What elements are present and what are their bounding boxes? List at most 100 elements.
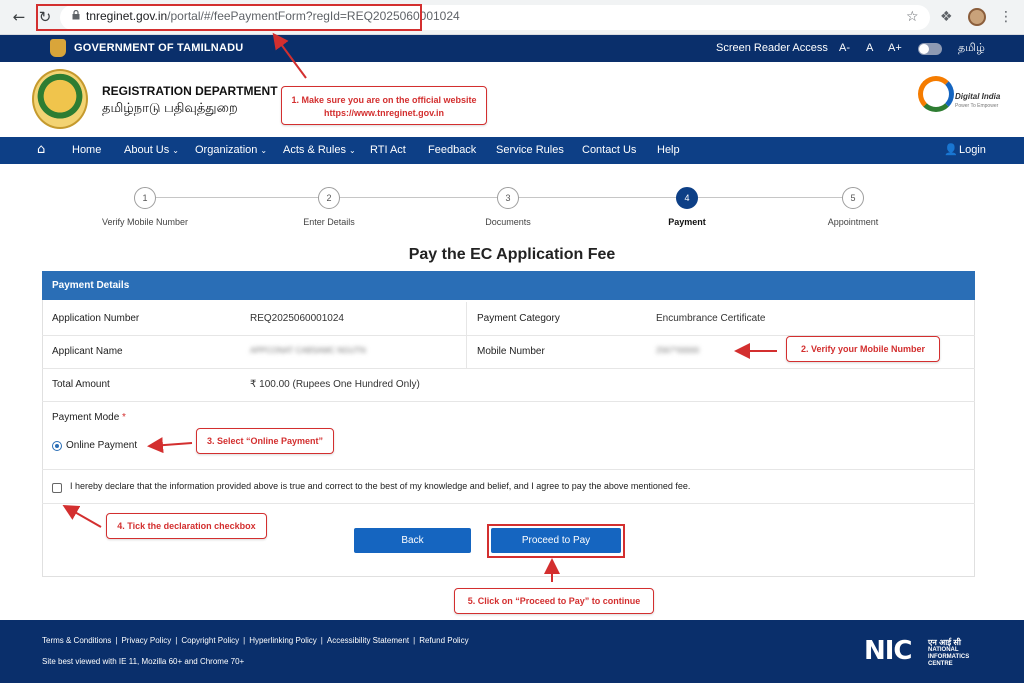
nav-feedback[interactable]: Feedback <box>428 144 476 156</box>
separator: | <box>243 636 246 645</box>
step-3-circle: 3 <box>497 187 519 209</box>
separator: | <box>175 636 178 645</box>
nic-line-2: INFORMATICS <box>928 654 970 660</box>
step-3-label: Documents <box>485 217 531 227</box>
step-1-circle: 1 <box>134 187 156 209</box>
callout-1-line-2: https://www.tnreginet.gov.in <box>324 108 444 118</box>
gov-topbar: GOVERNMENT OF TAMILNADU Screen Reader Ac… <box>0 35 1024 62</box>
screen-reader-link[interactable]: Screen Reader Access <box>716 42 828 54</box>
menu-kebab-icon[interactable]: ⋮ <box>999 8 1013 26</box>
payment-mode-label: Payment Mode * <box>52 412 126 423</box>
step-2-circle: 2 <box>318 187 340 209</box>
digital-india-logo-icon <box>918 76 954 112</box>
browser-support-note: Site best viewed with IE 11, Mozilla 60+… <box>42 657 245 666</box>
nav-acts-rules-label: Acts & Rules <box>283 144 346 156</box>
step-1-label: Verify Mobile Number <box>101 217 189 227</box>
applicant-name-label: Applicant Name <box>52 346 123 357</box>
chevron-down-icon: ⌄ <box>348 146 356 155</box>
tn-emblem-logo[interactable] <box>32 69 88 129</box>
footer-links: Terms & Conditions | Privacy Policy | Copyri… <box>42 636 469 645</box>
user-icon: 👤 <box>944 143 958 156</box>
nic-hindi: एन आई सी <box>928 638 961 647</box>
nav-home[interactable]: Home <box>72 144 101 156</box>
total-amount-value: ₹ 100.00 (Rupees One Hundred Only) <box>250 379 420 390</box>
footer-privacy-link[interactable]: Privacy Policy <box>121 636 171 645</box>
nav-contact-us[interactable]: Contact Us <box>582 144 636 156</box>
payment-mode-text: Payment Mode <box>52 412 120 423</box>
footer-copyright-link[interactable]: Copyright Policy <box>181 636 239 645</box>
divider <box>42 368 975 369</box>
step-4-circle: 4 <box>676 187 698 209</box>
online-payment-radio[interactable] <box>52 441 62 451</box>
login-link[interactable]: Login <box>959 144 986 156</box>
nav-rti-act[interactable]: RTI Act <box>370 144 406 156</box>
bookmark-star-icon[interactable]: ☆ <box>906 8 919 26</box>
page-title: Pay the EC Application Fee <box>408 246 616 263</box>
proceed-to-pay-button[interactable]: Proceed to Pay <box>491 528 621 553</box>
footer-terms-link[interactable]: Terms & Conditions <box>42 636 111 645</box>
home-icon[interactable]: ⌂ <box>37 143 45 157</box>
font-normal-button[interactable]: A <box>866 42 873 54</box>
divider <box>42 503 975 504</box>
digital-india-tagline: Power To Empower <box>955 103 999 109</box>
online-payment-label[interactable]: Online Payment <box>66 440 137 451</box>
nic-line-1: NATIONAL <box>928 647 959 653</box>
nav-service-rules[interactable]: Service Rules <box>496 144 564 156</box>
column-divider <box>466 302 467 368</box>
total-amount-label: Total Amount <box>52 379 110 390</box>
nic-line-3: CENTRE <box>928 661 953 667</box>
nav-organization-label: Organization <box>195 144 258 156</box>
step-4-label: Payment <box>668 217 706 227</box>
profile-avatar[interactable] <box>968 8 986 26</box>
nav-help[interactable]: Help <box>657 144 680 156</box>
callout-official-website: 1. Make sure you are on the official web… <box>281 86 487 125</box>
callout-proceed: 5. Click on “Proceed to Pay” to continue <box>454 588 654 614</box>
main-navigation: ⌂ Home About Us ⌄ Organization ⌄ Acts & Ru… <box>0 137 1024 164</box>
callout-1-line-1: 1. Make sure you are on the official web… <box>291 95 477 105</box>
payment-category-value: Encumbrance Certificate <box>656 313 766 324</box>
site-footer: Terms & Conditions | Privacy Policy | Copyri… <box>0 620 1024 683</box>
callout-verify-mobile: 2. Verify your Mobile Number <box>786 336 940 362</box>
digital-india-text: Digital India <box>955 92 1001 101</box>
nav-about-us-label: About Us <box>124 144 170 156</box>
step-5-circle: 5 <box>842 187 864 209</box>
site-header: REGISTRATION DEPARTMENT தமிழ்நாடு பதிவுத… <box>0 62 1024 137</box>
back-arrow-icon[interactable]: ← <box>10 8 28 26</box>
nav-organization[interactable]: Organization ⌄ <box>195 144 267 156</box>
divider <box>42 469 975 470</box>
tn-emblem-small-icon <box>50 39 66 57</box>
declaration-checkbox[interactable] <box>52 483 62 493</box>
step-5-label: Appointment <box>827 217 879 227</box>
font-increase-button[interactable]: A+ <box>888 42 902 54</box>
nic-logo: NIC एन आई सी NATIONAL INFORMATICS CENTRE <box>864 636 969 667</box>
footer-accessibility-link[interactable]: Accessibility Statement <box>327 636 409 645</box>
required-mark: * <box>122 412 126 423</box>
payment-details-header: Payment Details <box>42 271 975 300</box>
declaration-text[interactable]: I hereby declare that the information pr… <box>70 481 690 491</box>
mobile-number-value: 2567*00000 <box>656 346 700 355</box>
separator: | <box>320 636 323 645</box>
separator: | <box>115 636 118 645</box>
payment-category-label: Payment Category <box>477 313 560 324</box>
mobile-number-label: Mobile Number <box>477 346 545 357</box>
nav-acts-rules[interactable]: Acts & Rules ⌄ <box>283 144 356 156</box>
separator: | <box>413 636 416 645</box>
department-name-english: REGISTRATION DEPARTMENT <box>102 84 278 98</box>
gov-title: GOVERNMENT OF TAMILNADU <box>74 42 244 54</box>
step-2-label: Enter Details <box>303 217 355 227</box>
url-highlight-box <box>36 4 422 31</box>
language-tamil-link[interactable]: தமிழ் <box>958 42 985 56</box>
callout-online-payment: 3. Select “Online Payment” <box>196 428 334 454</box>
callout-declaration: 4. Tick the declaration checkbox <box>106 513 267 539</box>
footer-hyperlinking-link[interactable]: Hyperlinking Policy <box>249 636 317 645</box>
back-button[interactable]: Back <box>354 528 471 553</box>
extensions-icon[interactable]: ❖ <box>940 8 953 26</box>
nav-about-us[interactable]: About Us ⌄ <box>124 144 179 156</box>
nic-fullname: एन आई सी NATIONAL INFORMATICS CENTRE <box>928 638 969 668</box>
chevron-down-icon: ⌄ <box>260 146 268 155</box>
footer-refund-link[interactable]: Refund Policy <box>419 636 468 645</box>
nic-wordmark: NIC <box>864 636 913 666</box>
font-decrease-button[interactable]: A- <box>839 42 850 54</box>
contrast-toggle[interactable] <box>918 43 942 55</box>
application-number-label: Application Number <box>52 313 140 324</box>
